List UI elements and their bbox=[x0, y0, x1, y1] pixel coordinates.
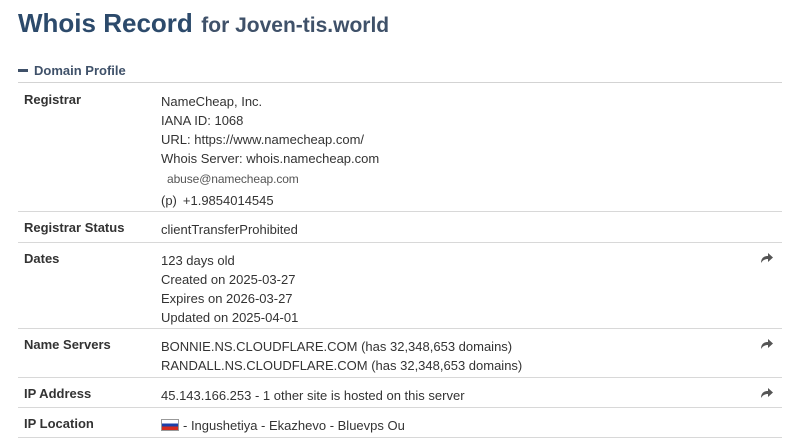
page-title: Whois Record for Joven-tis.world bbox=[18, 8, 389, 39]
registrar-email: abuse@namecheap.com bbox=[167, 172, 299, 186]
registrar-phone-line: (p) +1.9854014545 bbox=[161, 191, 379, 210]
domain-age: 123 days old bbox=[161, 253, 235, 268]
row-dates: Dates 123 days old Created on 2025-03-27… bbox=[18, 243, 782, 329]
share-arrow-icon[interactable] bbox=[760, 338, 774, 350]
registrar-iana: IANA ID: 1068 bbox=[161, 113, 244, 128]
ip-location-value: - Ingushetiya - Ekazhevo - Bluevps Ou bbox=[161, 416, 405, 435]
dates-value: 123 days old Created on 2025-03-27 Expir… bbox=[161, 251, 298, 327]
registrar-phone: +1.9854014545 bbox=[182, 193, 274, 208]
registrar-url: URL: https://www.namecheap.com/ bbox=[161, 132, 365, 147]
expires-date: Expires on 2026-03-27 bbox=[161, 291, 293, 306]
name-servers-value: BONNIE.NS.CLOUDFLARE.COM (has 32,348,653… bbox=[161, 337, 522, 375]
russia-flag-icon bbox=[161, 419, 179, 431]
registrar-key: Registrar bbox=[24, 92, 82, 107]
row-registrar-status: Registrar Status clientTransferProhibite… bbox=[18, 212, 782, 243]
dates-key: Dates bbox=[24, 251, 60, 266]
share-arrow-icon[interactable] bbox=[760, 252, 774, 264]
name-server-2: RANDALL.NS.CLOUDFLARE.COM (has 32,348,65… bbox=[161, 358, 523, 373]
row-ip-address: IP Address 45.143.166.253 - 1 other site… bbox=[18, 378, 782, 408]
registrar-value: NameCheap, Inc. IANA ID: 1068 URL: https… bbox=[161, 92, 379, 210]
name-servers-key: Name Servers bbox=[24, 337, 111, 352]
registrar-status-key: Registrar Status bbox=[24, 220, 125, 235]
whois-page: Whois Record for Joven-tis.world Domain … bbox=[0, 0, 800, 440]
page-title-domain: for Joven-tis.world bbox=[201, 14, 390, 37]
share-arrow-icon[interactable] bbox=[760, 387, 774, 399]
ip-address-value: 45.143.166.253 - 1 other site is hosted … bbox=[161, 388, 465, 403]
updated-date: Updated on 2025-04-01 bbox=[161, 310, 299, 325]
ip-location-key: IP Location bbox=[24, 416, 94, 431]
ip-address-key: IP Address bbox=[24, 386, 92, 401]
registrar-name: NameCheap, Inc. bbox=[161, 94, 263, 109]
whois-table: Registrar NameCheap, Inc. IANA ID: 1068 … bbox=[18, 84, 782, 438]
page-title-main: Whois Record bbox=[18, 8, 193, 38]
row-ip-location: IP Location - Ingushetiya - Ekazhevo - B… bbox=[18, 408, 782, 438]
created-date: Created on 2025-03-27 bbox=[161, 272, 296, 287]
collapse-minus-icon[interactable] bbox=[18, 69, 28, 72]
registrar-whois-server: Whois Server: whois.namecheap.com bbox=[161, 151, 380, 166]
domain-profile-label[interactable]: Domain Profile bbox=[34, 63, 126, 78]
row-name-servers: Name Servers BONNIE.NS.CLOUDFLARE.COM (h… bbox=[18, 329, 782, 378]
name-server-1: BONNIE.NS.CLOUDFLARE.COM (has 32,348,653… bbox=[161, 339, 513, 354]
row-registrar: Registrar NameCheap, Inc. IANA ID: 1068 … bbox=[18, 84, 782, 212]
phone-prefix: (p) bbox=[161, 193, 177, 208]
ip-location-text: - Ingushetiya - Ekazhevo - Bluevps Ou bbox=[183, 418, 405, 433]
registrar-status-value: clientTransferProhibited bbox=[161, 222, 298, 237]
domain-profile-toggle[interactable]: Domain Profile bbox=[18, 58, 782, 83]
